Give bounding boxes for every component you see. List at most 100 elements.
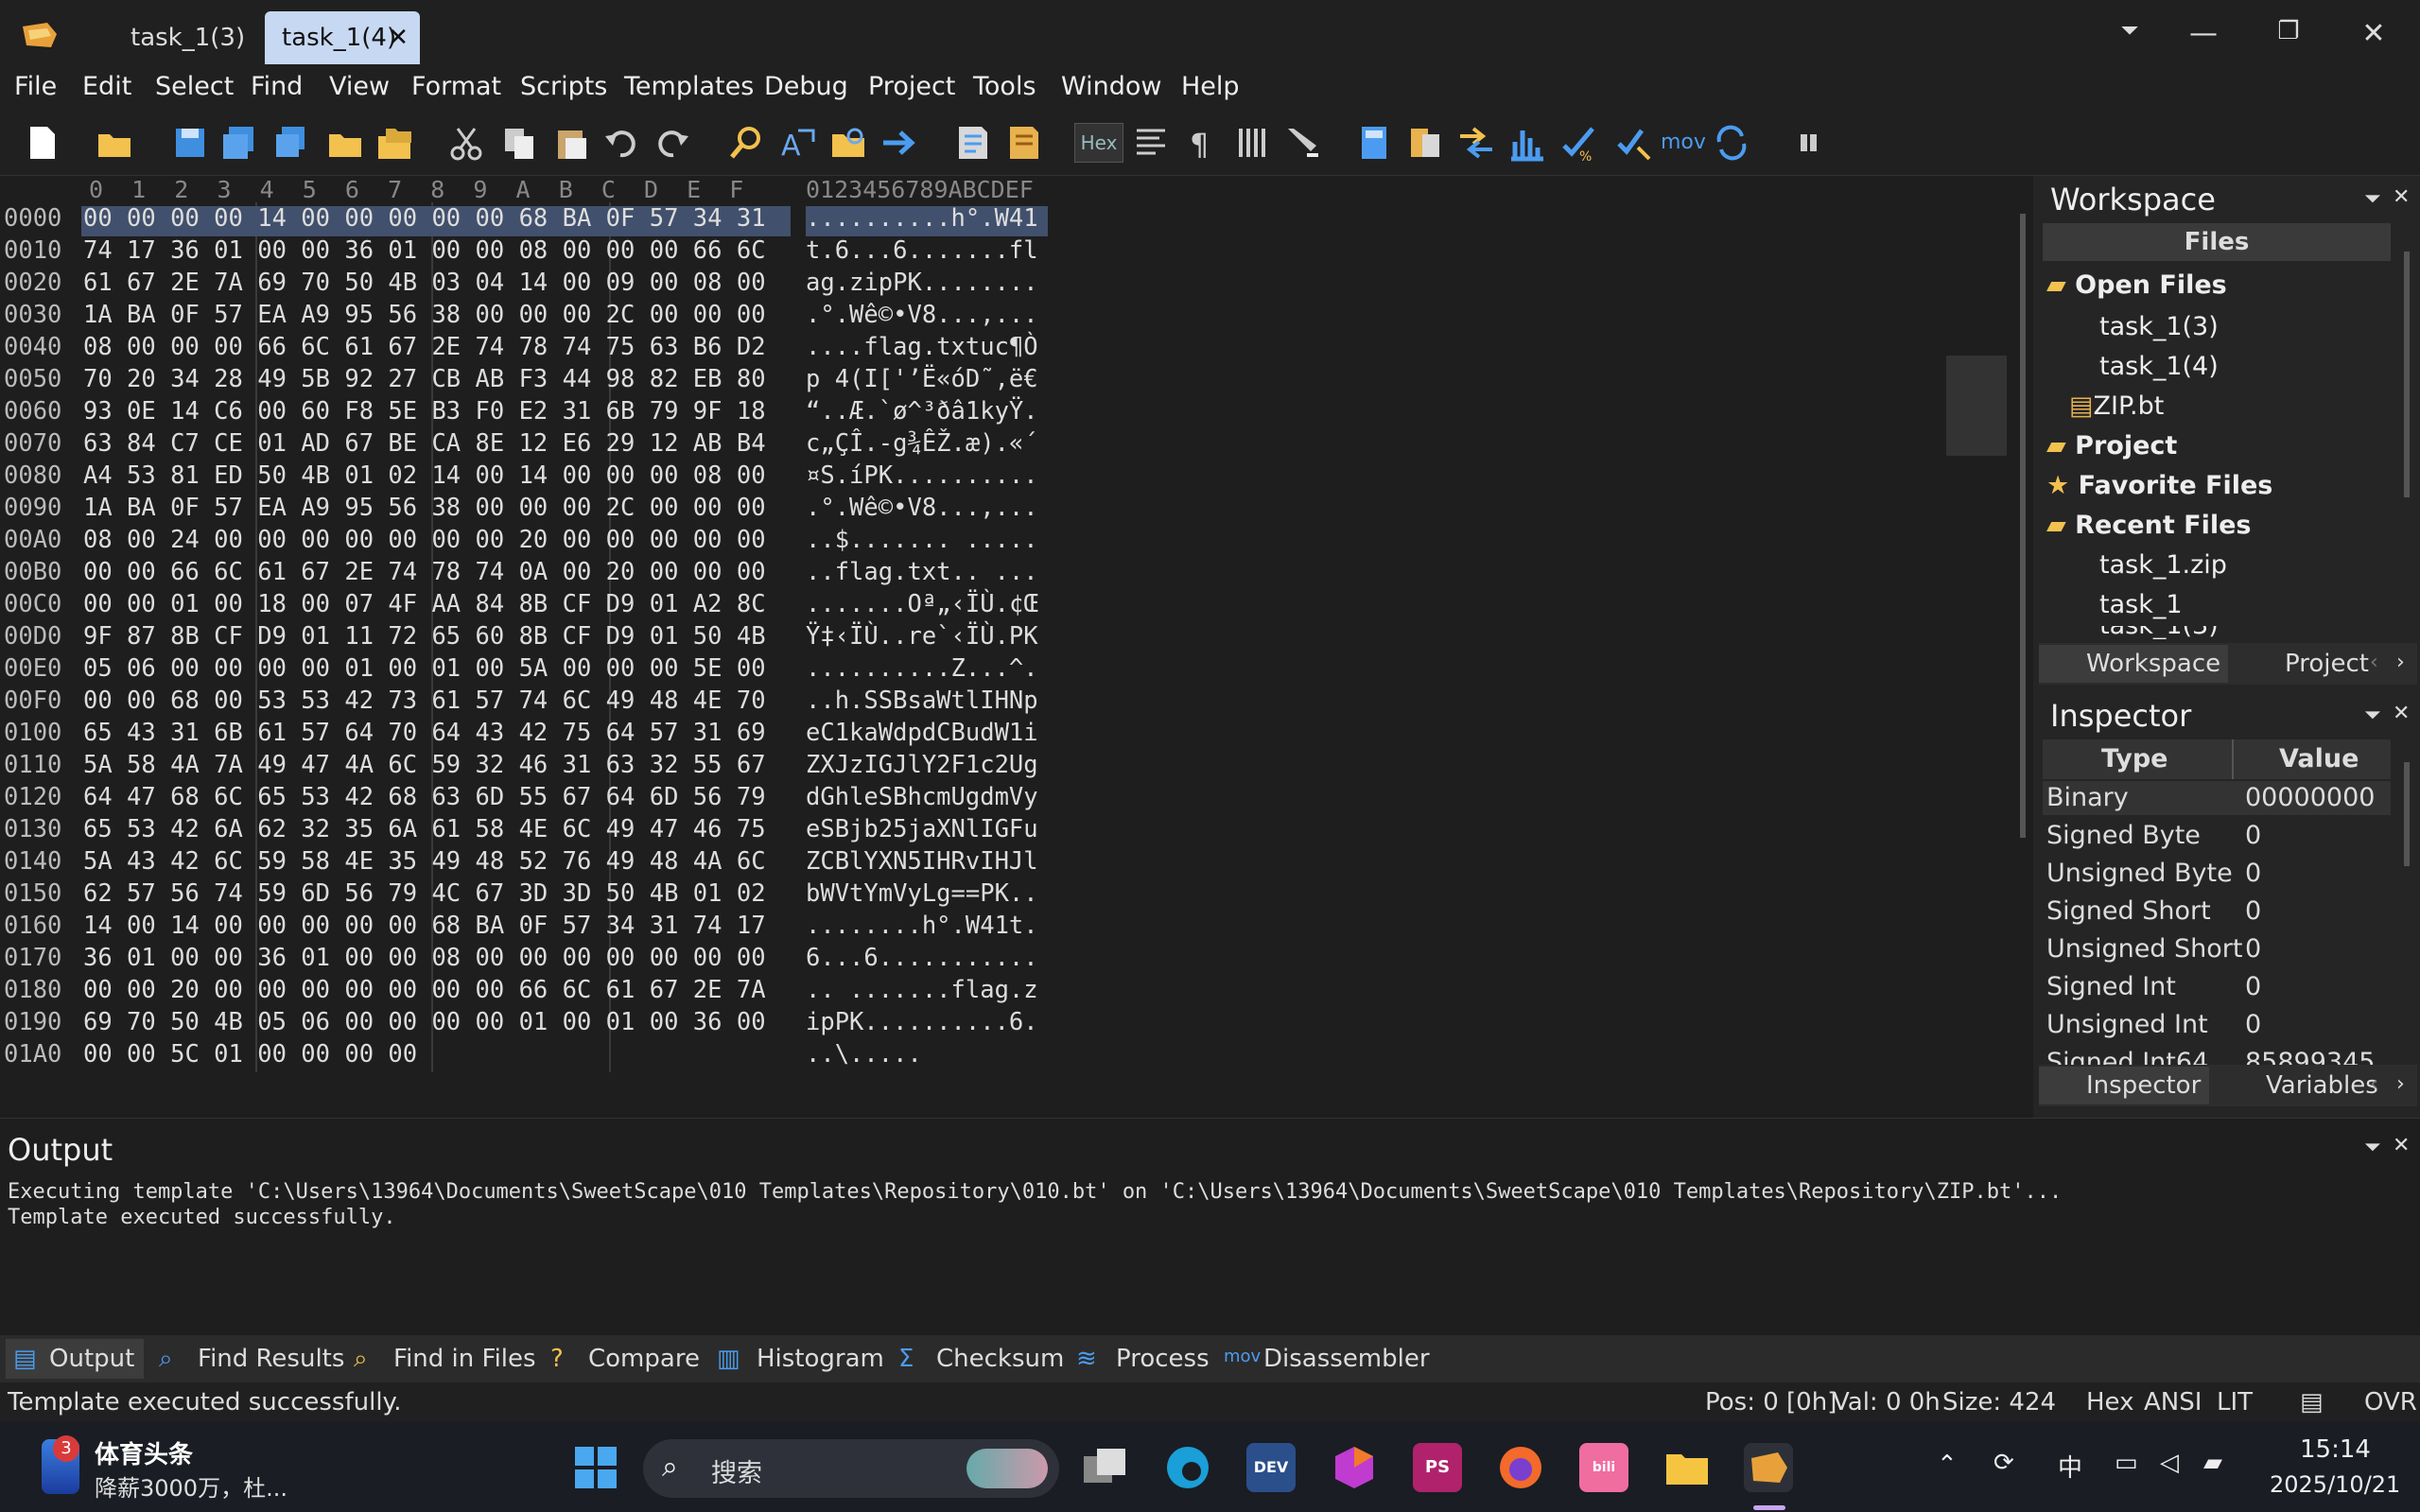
menu-help[interactable]: Help [1181,72,1240,101]
row-ascii[interactable]: ag.zipPK........ [806,269,1038,297]
row-ascii[interactable]: .°.Wê©•V8...,... [806,494,1038,522]
status-value[interactable]: Val: 0 0h [1833,1388,1941,1416]
replace-icon[interactable]: A [777,123,817,163]
row-bytes[interactable]: 63 84 C7 CE 01 AD 67 BE CA 8E 12 E6 29 1… [83,429,766,458]
clock-date[interactable]: 2025/10/21 [2270,1471,2400,1498]
tree-recent-task-1[interactable]: task_1 [2099,590,2183,619]
verify-icon[interactable] [1613,123,1653,163]
tab-scroll-right-icon[interactable]: › [2396,651,2405,674]
tab-inspector[interactable]: Inspector [2039,1067,2209,1104]
row-bytes[interactable]: 08 00 00 00 66 6C 61 67 2E 74 78 74 75 6… [83,333,766,361]
text-edit-mode-icon[interactable] [1131,123,1171,163]
row-bytes[interactable]: 1A BA 0F 57 EA A9 95 56 38 00 00 00 2C 0… [83,494,766,522]
tree-item-task-1-4[interactable]: task_1(4) [2099,352,2219,381]
open-multiple-icon[interactable] [374,123,414,163]
inspector-row[interactable]: Signed Short 0 [2046,896,2261,926]
battery-icon[interactable]: ▰ [2203,1449,2222,1477]
minimize-icon[interactable]: — [2185,17,2222,50]
bilibili-icon[interactable]: bili [1579,1443,1628,1492]
status-position[interactable]: Pos: 0 [0h] [1705,1388,1837,1416]
row-bytes[interactable]: 65 53 42 6A 62 32 35 6A 61 58 4E 6C 49 4… [83,815,766,843]
tab-find-results[interactable]: Find Results [154,1339,344,1379]
row-bytes[interactable]: 65 43 31 6B 61 57 64 70 64 43 42 75 64 5… [83,719,766,747]
row-bytes[interactable]: 5A 58 4A 7A 49 47 4A 6C 59 32 46 31 63 3… [83,751,766,779]
tree-project[interactable]: ▰ Project [2046,431,2177,461]
hex-editor-taskbar-icon[interactable] [1744,1443,1793,1492]
menu-tools[interactable]: Tools [973,72,1036,101]
row-bytes[interactable]: 05 06 00 00 00 00 01 00 01 00 5A 00 00 0… [83,654,766,683]
tab-scroll-left-icon[interactable]: ‹ [2370,1072,2378,1096]
vertical-scrollbar[interactable] [2020,214,2026,838]
tab-scroll-left-icon[interactable]: ‹ [2370,651,2378,674]
row-ascii[interactable]: eSBjb25jaXNlIGFu [806,815,1038,843]
row-bytes[interactable]: 61 67 2E 7A 69 70 50 4B 03 04 14 00 09 0… [83,269,766,297]
tab-workspace[interactable]: Workspace [2039,645,2228,683]
taskbar-search[interactable]: ⌕ 搜索 [643,1439,1059,1498]
status-ansi[interactable]: ANSI [2144,1388,2202,1416]
row-bytes[interactable]: A4 53 81 ED 50 4B 01 02 14 00 14 00 00 0… [83,461,766,490]
tree-item-task-1-3[interactable]: task_1(3) [2099,312,2219,341]
inspector-menu-icon[interactable]: ⏷ [2364,704,2381,727]
base-convert-icon[interactable] [1712,123,1751,163]
clipboard-icon[interactable]: ▤ [2300,1388,2324,1416]
row-bytes[interactable]: 1A BA 0F 57 EA A9 95 56 38 00 00 00 2C 0… [83,301,766,329]
open-folder-icon[interactable] [95,123,134,163]
row-ascii[interactable]: p 4(I['’Ë«óD˜‚ë€ [806,365,1038,393]
firefox-icon[interactable] [1496,1443,1545,1492]
tab-checksum[interactable]: Checksum [893,1339,1064,1379]
sync-icon[interactable] [1456,123,1496,163]
tab-list-dropdown-icon[interactable]: ⏷ [2111,17,2149,43]
tab-variables[interactable]: Variables [2219,1067,2378,1104]
edge-browser-icon[interactable] [1163,1443,1212,1492]
tab-project[interactable]: Project [2237,645,2369,683]
row-ascii[interactable]: 6...6........... [806,944,1038,972]
row-bytes[interactable]: 00 00 20 00 00 00 00 00 00 00 66 6C 61 6… [83,976,766,1004]
row-ascii[interactable]: c„ÇÎ.-g¾ÊŽ.æ).«´ [806,429,1038,458]
row-bytes[interactable]: 93 0E 14 C6 00 60 F8 5E B3 F0 E2 31 6B 7… [83,397,766,426]
workspace-scrollbar[interactable] [2404,252,2410,497]
disassembler-icon[interactable]: mov [1661,123,1706,163]
volume-icon[interactable]: ◁ [2160,1449,2179,1477]
news-subtitle[interactable]: 降薪3000万，杜... [95,1469,287,1503]
close-window-icon[interactable]: ✕ [2355,17,2393,50]
menu-project[interactable]: Project [868,72,955,101]
redo-icon[interactable] [653,123,692,163]
tree-favorite-files[interactable]: ★ Favorite Files [2046,471,2272,500]
status-ovr[interactable]: OVR [2364,1388,2417,1416]
tab-find-in-files[interactable]: Find in Files [350,1339,536,1379]
row-bytes[interactable]: 14 00 14 00 00 00 00 00 68 BA 0F 57 34 3… [83,912,766,940]
run-script-icon[interactable] [953,123,993,163]
tab-scroll-right-icon[interactable]: › [2396,1072,2405,1096]
hex-mode-toggle[interactable]: Hex [1074,123,1123,163]
folder-icon[interactable] [325,123,365,163]
ime-indicator[interactable]: 中 [2058,1449,2082,1484]
menu-file[interactable]: File [14,72,57,101]
row-bytes[interactable]: 74 17 36 01 00 00 36 01 00 00 08 00 00 0… [83,236,766,265]
goto-arrow-icon[interactable] [879,123,919,163]
tree-item-template[interactable]: ▤ZIP.bt [2069,391,2164,421]
restore-icon[interactable]: ❐ [2270,17,2307,45]
inspector-close-icon[interactable]: ✕ [2393,702,2410,725]
undo-icon[interactable] [601,123,641,163]
tree-open-files[interactable]: ▰ Open Files [2046,270,2227,300]
row-ascii[interactable]: ZCBlYXN5IHRvIHJl [806,847,1038,876]
inspector-row[interactable]: Binary 00000000 [2046,783,2375,812]
tab-compare[interactable]: Compare [545,1339,700,1379]
tab-task-1-3[interactable]: task_1(3) [113,11,246,65]
file-explorer-icon[interactable] [1663,1443,1712,1492]
row-ascii[interactable]: ..\..... [806,1040,922,1069]
row-ascii[interactable]: Ÿ‡‹ÏÙ..re`‹ÏÙ.PK [806,622,1038,651]
menu-templates[interactable]: Templates [624,72,754,101]
row-ascii[interactable]: ..........h°.W41 [806,204,1038,233]
news-title[interactable]: 体育头条 [95,1435,193,1470]
row-bytes[interactable]: 64 47 68 6C 65 53 42 68 63 6D 55 67 64 6… [83,783,766,811]
inspector-row[interactable]: Signed Int 0 [2046,972,2261,1001]
row-ascii[interactable]: t.6...6.......fl [806,236,1038,265]
row-ascii[interactable]: ....flag.txtuc¶Ò [806,333,1038,361]
tab-close-icon[interactable]: ✕ [388,11,409,65]
copy-icon[interactable] [499,123,539,163]
paste-icon[interactable] [552,123,592,163]
find-icon[interactable] [726,123,766,163]
status-lit[interactable]: LIT [2217,1388,2253,1416]
inspector-row[interactable]: Unsigned Byte 0 [2046,859,2261,888]
